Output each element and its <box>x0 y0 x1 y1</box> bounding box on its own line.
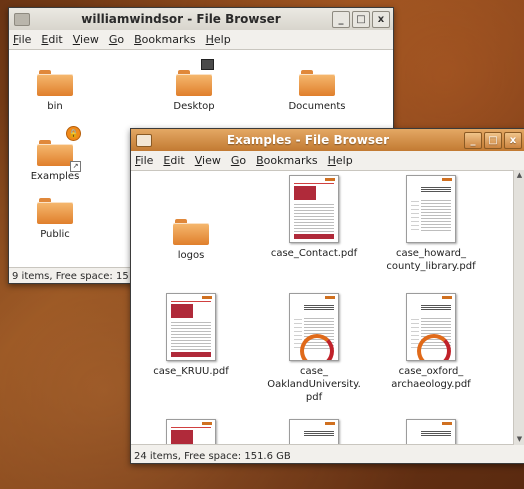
scroll-up-arrow-icon[interactable]: ▲ <box>515 171 524 180</box>
minimize-button[interactable]: _ <box>464 131 482 149</box>
file-label: logos <box>177 250 205 261</box>
file-label: Public <box>40 229 70 240</box>
title-bar[interactable]: williamwindsor - File Browser _ □ x <box>9 8 393 30</box>
menu-bookmarks[interactable]: Bookmarks <box>256 154 317 167</box>
menu-go[interactable]: Go <box>231 154 246 167</box>
file-label: Desktop <box>173 101 215 112</box>
menu-bar: File Edit View Go Bookmarks Help <box>131 151 524 169</box>
file-label: Documents <box>288 101 346 112</box>
folder-icon <box>37 198 73 224</box>
pdf-thumbnail-icon <box>406 293 456 361</box>
maximize-button[interactable]: □ <box>352 10 370 28</box>
menu-file[interactable]: File <box>135 154 153 167</box>
file-item[interactable]: case_howard_ county_library.pdf <box>379 175 483 273</box>
file-item[interactable]: 🔒 ↗ Examples <box>3 126 107 183</box>
file-label: case_oxford_ archaeology.pdf <box>391 366 471 390</box>
close-button[interactable]: x <box>372 10 390 28</box>
menu-file[interactable]: File <box>13 33 31 46</box>
folder-icon <box>173 219 209 245</box>
menu-go[interactable]: Go <box>109 33 124 46</box>
pdf-thumbnail-icon <box>406 175 456 243</box>
folder-icon <box>299 70 335 96</box>
pdf-thumbnail-icon <box>289 293 339 361</box>
folder-icon: 🔒 ↗ <box>37 126 81 172</box>
file-item[interactable]: Desktop <box>142 59 246 113</box>
file-icon-view[interactable]: logos case_Contact.pdf case_howard_ coun… <box>131 170 514 445</box>
pdf-thumbnail-icon <box>406 419 456 444</box>
pdf-thumbnail-icon <box>166 419 216 444</box>
file-item[interactable]: Public <box>3 198 107 241</box>
file-label: case_Contact.pdf <box>270 248 358 259</box>
scroll-down-arrow-icon[interactable]: ▼ <box>515 435 524 444</box>
file-label: case_ OaklandUniversity. pdf <box>267 366 361 403</box>
pdf-thumbnail-icon <box>289 175 339 243</box>
menu-bookmarks[interactable]: Bookmarks <box>134 33 195 46</box>
folder-icon <box>176 59 214 96</box>
maximize-button[interactable]: □ <box>484 131 502 149</box>
window-title: williamwindsor - File Browser <box>81 12 281 26</box>
menu-help[interactable]: Help <box>328 154 353 167</box>
close-button[interactable]: x <box>504 131 522 149</box>
menu-view[interactable]: View <box>195 154 221 167</box>
menu-edit[interactable]: Edit <box>163 154 184 167</box>
file-label: bin <box>47 101 63 112</box>
menu-view[interactable]: View <box>73 33 99 46</box>
file-item[interactable]: case_Contact.pdf <box>262 175 366 260</box>
symlink-emblem-icon: ↗ <box>70 161 81 172</box>
menu-bar: File Edit View Go Bookmarks Help <box>9 30 393 48</box>
file-label: case_KRUU.pdf <box>153 366 229 377</box>
window-title: Examples - File Browser <box>226 133 390 147</box>
title-bar[interactable]: Examples - File Browser _ □ x <box>131 129 524 151</box>
status-bar: 9 items, Free space: 15 <box>12 271 129 282</box>
lock-emblem-icon: 🔒 <box>66 126 81 141</box>
menu-help[interactable]: Help <box>206 33 231 46</box>
examples-file-browser-window[interactable]: Examples - File Browser _ □ x File Edit … <box>130 128 524 464</box>
file-item[interactable] <box>139 419 243 444</box>
window-app-icon[interactable] <box>14 12 30 26</box>
window-app-icon[interactable] <box>136 133 152 147</box>
file-item[interactable]: bin <box>3 70 107 113</box>
file-item[interactable] <box>262 419 366 444</box>
desktop-emblem-icon <box>201 59 214 70</box>
file-item[interactable]: case_ OaklandUniversity. pdf <box>262 293 366 404</box>
minimize-button[interactable]: _ <box>332 10 350 28</box>
folder-icon <box>37 70 73 96</box>
file-label: Examples <box>30 171 80 182</box>
file-item[interactable] <box>379 419 483 444</box>
status-bar: 24 items, Free space: 151.6 GB <box>134 451 291 462</box>
file-item[interactable]: case_oxford_ archaeology.pdf <box>379 293 483 391</box>
pdf-thumbnail-icon <box>166 293 216 361</box>
menu-edit[interactable]: Edit <box>41 33 62 46</box>
file-label: case_howard_ county_library.pdf <box>386 248 476 272</box>
vertical-scrollbar[interactable]: ▲ ▼ <box>513 170 524 445</box>
file-item[interactable]: logos <box>139 219 243 262</box>
file-item[interactable]: case_KRUU.pdf <box>139 293 243 378</box>
pdf-thumbnail-icon <box>289 419 339 444</box>
file-item[interactable]: Documents <box>265 70 369 113</box>
